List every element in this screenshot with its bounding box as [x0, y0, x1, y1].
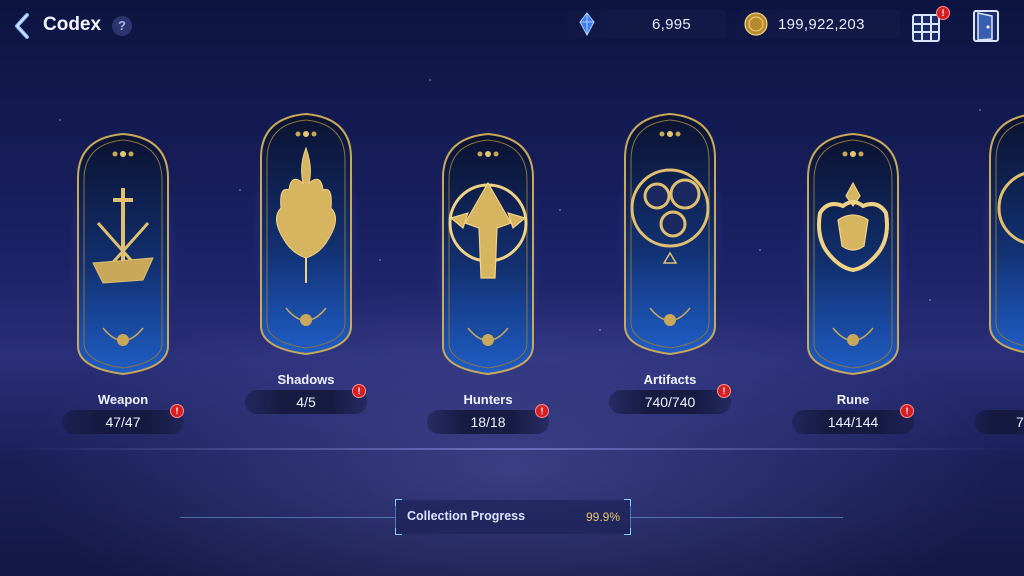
door-exit-icon — [973, 10, 999, 42]
gold-coin-icon — [744, 12, 768, 36]
card-rune[interactable] — [798, 128, 908, 378]
exit-button[interactable] — [970, 9, 1004, 43]
notification-badge: ! — [900, 404, 914, 418]
card-count-partial: 7 — [974, 410, 1024, 434]
blue-crystal-icon — [579, 12, 595, 36]
progress-value: 99.9% — [585, 510, 620, 524]
card-frame — [615, 108, 725, 358]
card-frame — [68, 128, 178, 378]
card-count-shadows: 4/5 — [245, 390, 367, 414]
card-partial[interactable] — [980, 108, 1024, 358]
card-weapon[interactable] — [68, 128, 178, 378]
notification-badge: ! — [352, 384, 366, 398]
notification-badge: ! — [717, 384, 731, 398]
collection-progress-panel: Collection Progress 99.9% — [395, 499, 631, 535]
card-count-rune: 144/144 — [792, 410, 914, 434]
gold-amount: 199,922,203 — [778, 16, 865, 33]
gold-currency: 199,922,203 — [738, 10, 900, 38]
menu-grid-button[interactable]: ! — [911, 6, 950, 43]
progress-divider-right — [629, 517, 843, 518]
gem-currency: 6,995 — [566, 10, 726, 38]
notification-badge: ! — [170, 404, 184, 418]
card-shadows[interactable] — [251, 108, 361, 358]
progress-divider-left — [180, 517, 395, 518]
card-frame — [251, 108, 361, 358]
card-artifacts[interactable] — [615, 108, 725, 358]
help-button[interactable]: ? — [112, 16, 132, 36]
gem-amount: 6,995 — [652, 16, 692, 33]
card-hunters[interactable] — [433, 128, 543, 378]
notification-badge: ! — [535, 404, 549, 418]
card-count-hunters: 18/18 — [427, 410, 549, 434]
page-title: Codex — [43, 14, 102, 35]
card-count-artifacts: 740/740 — [609, 390, 731, 414]
notification-badge: ! — [936, 6, 950, 20]
card-frame — [798, 128, 908, 378]
card-frame — [433, 128, 543, 378]
progress-label: Collection Progress — [407, 509, 526, 523]
card-count-weapon: 47/47 — [62, 410, 184, 434]
chevron-left-icon — [15, 13, 29, 39]
card-frame — [980, 110, 1024, 356]
horizon-glow — [0, 448, 1024, 450]
back-button[interactable] — [10, 12, 36, 40]
